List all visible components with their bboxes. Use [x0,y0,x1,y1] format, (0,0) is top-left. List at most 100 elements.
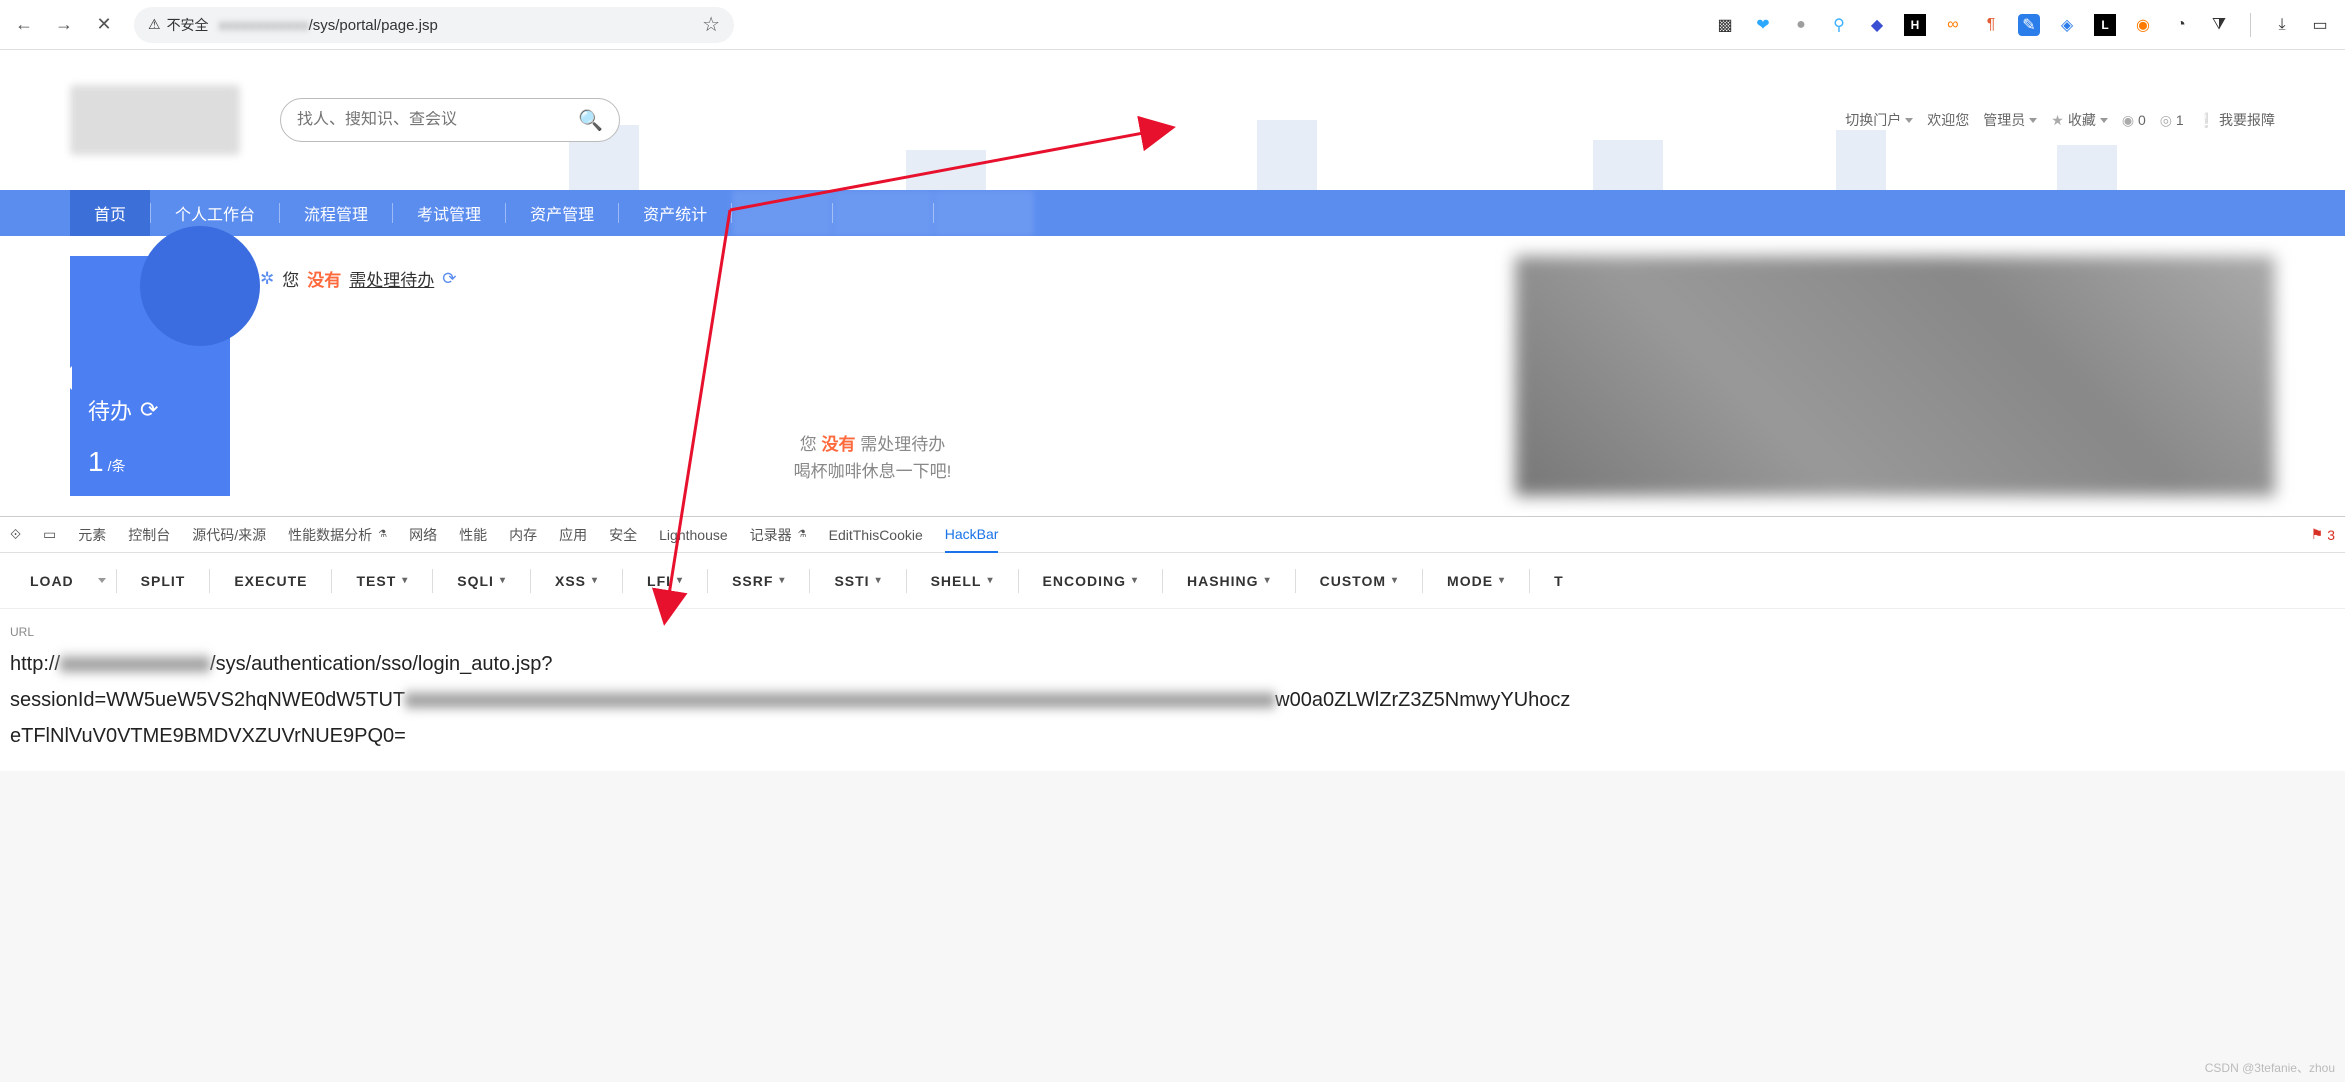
nav-home[interactable]: 首页 [70,190,150,236]
todo-unit: /条 [108,456,126,476]
forward-button[interactable]: → [46,7,82,43]
watermark: CSDN @3tefanie、zhou [2205,1059,2335,1076]
logo [70,85,240,155]
url-text: xxxxxxxxxxxx/sys/portal/page.jsp [219,16,438,34]
hb-mode[interactable]: MODE [1433,565,1519,597]
hb-ssrf[interactable]: SSRF [718,565,799,597]
news-image [1515,256,2275,496]
ext-icon-3[interactable]: ● [1790,14,1812,36]
empty-state: 您 没有 需处理待办 喝杯咖啡休息一下吧! [260,431,1485,485]
ext-icon-4[interactable]: ⚲ [1828,14,1850,36]
hb-custom[interactable]: CUSTOM [1306,565,1412,597]
warning-icon: ⚠ [148,16,161,33]
tab-recorder[interactable]: 记录器⚗ [750,517,807,553]
alert-icon: ❕ [2198,112,2215,128]
hb-encoding[interactable]: ENCODING [1029,565,1152,597]
hb-test[interactable]: TEST [342,565,422,597]
tab-performance-insights[interactable]: 性能数据分析⚗ [288,517,387,553]
hb-shell[interactable]: SHELL [917,565,1008,597]
tab-editthiscookie[interactable]: EditThisCookie [829,517,923,553]
ext-icon-13[interactable]: ◔ [2170,14,2192,36]
todo-count: 1 [88,446,104,478]
tab-application[interactable]: 应用 [559,517,587,553]
tab-hackbar[interactable]: HackBar [945,517,999,553]
ext-icon-2[interactable]: ❤ [1752,14,1774,36]
nav-process[interactable]: 流程管理 [280,190,392,236]
refresh-icon[interactable]: ⟳ [442,269,456,289]
star-icon: ★ [2051,112,2064,129]
hb-hashing[interactable]: HASHING [1173,565,1285,597]
portal-body: 待办 ⟳ 1 /条 ✲ 您 没有 需处理待办 ⟳ 您 没有 需处理待办 [0,236,2345,516]
hb-ssti[interactable]: SSTI [820,565,895,597]
ext-icon-5[interactable]: ◆ [1866,14,1888,36]
hb-xss[interactable]: XSS [541,565,612,597]
msg-link[interactable]: 需处理待办 [349,266,434,291]
ext-icon-11[interactable]: L [2094,14,2116,36]
hb-sqli[interactable]: SQLI [443,565,520,597]
counter-b[interactable]: ◎ 1 [2160,112,2184,129]
hackbar-body: URL http://xxxxxxxxxxxxxxx/sys/authentic… [0,609,2345,771]
tab-security[interactable]: 安全 [609,517,637,553]
loading-icon: ✲ [260,269,274,289]
header-links: 切换门户 欢迎您 管理员 ★ 收藏 ◉ 0 ◎ 1 ❕ 我要报障 [1845,110,2275,130]
devtools-tabs: ⟐ ▭ 元素 控制台 源代码/来源 性能数据分析⚗ 网络 性能 内存 应用 安全… [0,517,2345,553]
extensions-icon[interactable]: ⧩ [2208,14,2230,36]
ext-icon-7[interactable]: ∞ [1942,14,1964,36]
ext-icon-8[interactable]: ¶ [1980,14,2002,36]
hb-url-label: URL [10,625,2335,639]
inspect-icon[interactable]: ⟐ [10,526,21,543]
bookmark-star-icon[interactable]: ☆ [702,12,720,37]
ext-icon-12[interactable]: ◉ [2132,14,2154,36]
tab-performance[interactable]: 性能 [459,517,487,553]
favorite-link[interactable]: ★ 收藏 [2051,110,2108,130]
ext-icon-6[interactable]: H [1904,14,1926,36]
nav-blurred-2[interactable] [833,190,933,236]
todo-card[interactable]: 待办 ⟳ 1 /条 [70,256,230,496]
ext-icon-1[interactable]: ▩ [1714,14,1736,36]
tab-console[interactable]: 控制台 [128,517,170,553]
back-button[interactable]: ← [6,7,42,43]
report-link[interactable]: ❕ 我要报障 [2198,110,2275,130]
device-icon[interactable]: ▭ [43,526,56,543]
tab-memory[interactable]: 内存 [509,517,537,553]
address-bar[interactable]: ⚠ 不安全 xxxxxxxxxxxx/sys/portal/page.jsp ☆ [134,7,734,43]
hb-url-value[interactable]: http://xxxxxxxxxxxxxxx/sys/authenticatio… [10,647,2335,755]
switch-portal-dropdown[interactable]: 切换门户 [1845,110,1913,130]
center-panel: ✲ 您 没有 需处理待办 ⟳ 您 没有 需处理待办 喝杯咖啡休息一下吧! [250,256,1495,496]
hb-more[interactable]: T [1540,565,1578,597]
hb-load-dropdown[interactable] [98,578,106,583]
download-icon[interactable]: ⤓ [2271,14,2293,36]
hb-split[interactable]: SPLIT [127,565,200,597]
nav-exam[interactable]: 考试管理 [393,190,505,236]
user-role-dropdown[interactable]: 管理员 [1983,110,2037,130]
error-icon: ⚑ [2311,526,2324,543]
hb-load[interactable]: LOAD [16,565,88,597]
tab-elements[interactable]: 元素 [78,517,106,553]
tab-lighthouse[interactable]: Lighthouse [659,517,728,553]
portal-header: 🔍 切换门户 欢迎您 管理员 ★ 收藏 ◉ 0 ◎ 1 ❕ [0,50,2345,190]
tab-network[interactable]: 网络 [409,517,437,553]
compass-icon: ◉ [2122,112,2134,128]
todo-title: 待办 [88,394,132,426]
search-box[interactable]: 🔍 [280,98,620,142]
flask-icon: ⚗ [798,529,807,540]
nav-blurred-3[interactable] [934,190,1034,236]
extensions-tray: ▩ ❤ ● ⚲ ◆ H ∞ ¶ ✎ ◈ L ◉ ◔ ⧩ ⤓ ▭ [1714,13,2339,37]
welcome-label: 欢迎您 [1927,110,1969,130]
ext-icon-10[interactable]: ◈ [2056,14,2078,36]
hb-execute[interactable]: EXECUTE [220,565,321,597]
nav-asset-stat[interactable]: 资产统计 [619,190,731,236]
nav-asset-mgmt[interactable]: 资产管理 [506,190,618,236]
stop-button[interactable]: ✕ [86,7,122,43]
clock-bg-icon [140,226,260,346]
hb-lfi[interactable]: LFI [633,565,697,597]
tab-sources[interactable]: 源代码/来源 [192,517,266,553]
counter-a[interactable]: ◉ 0 [2122,112,2146,129]
nav-blurred-1[interactable] [732,190,832,236]
search-icon[interactable]: 🔍 [578,108,603,133]
search-input[interactable] [297,111,578,129]
refresh-icon[interactable]: ⟳ [140,397,158,423]
ext-icon-9[interactable]: ✎ [2018,14,2040,36]
error-badge[interactable]: ⚑ 3 [2311,526,2335,543]
bookmarks-icon[interactable]: ▭ [2309,14,2331,36]
